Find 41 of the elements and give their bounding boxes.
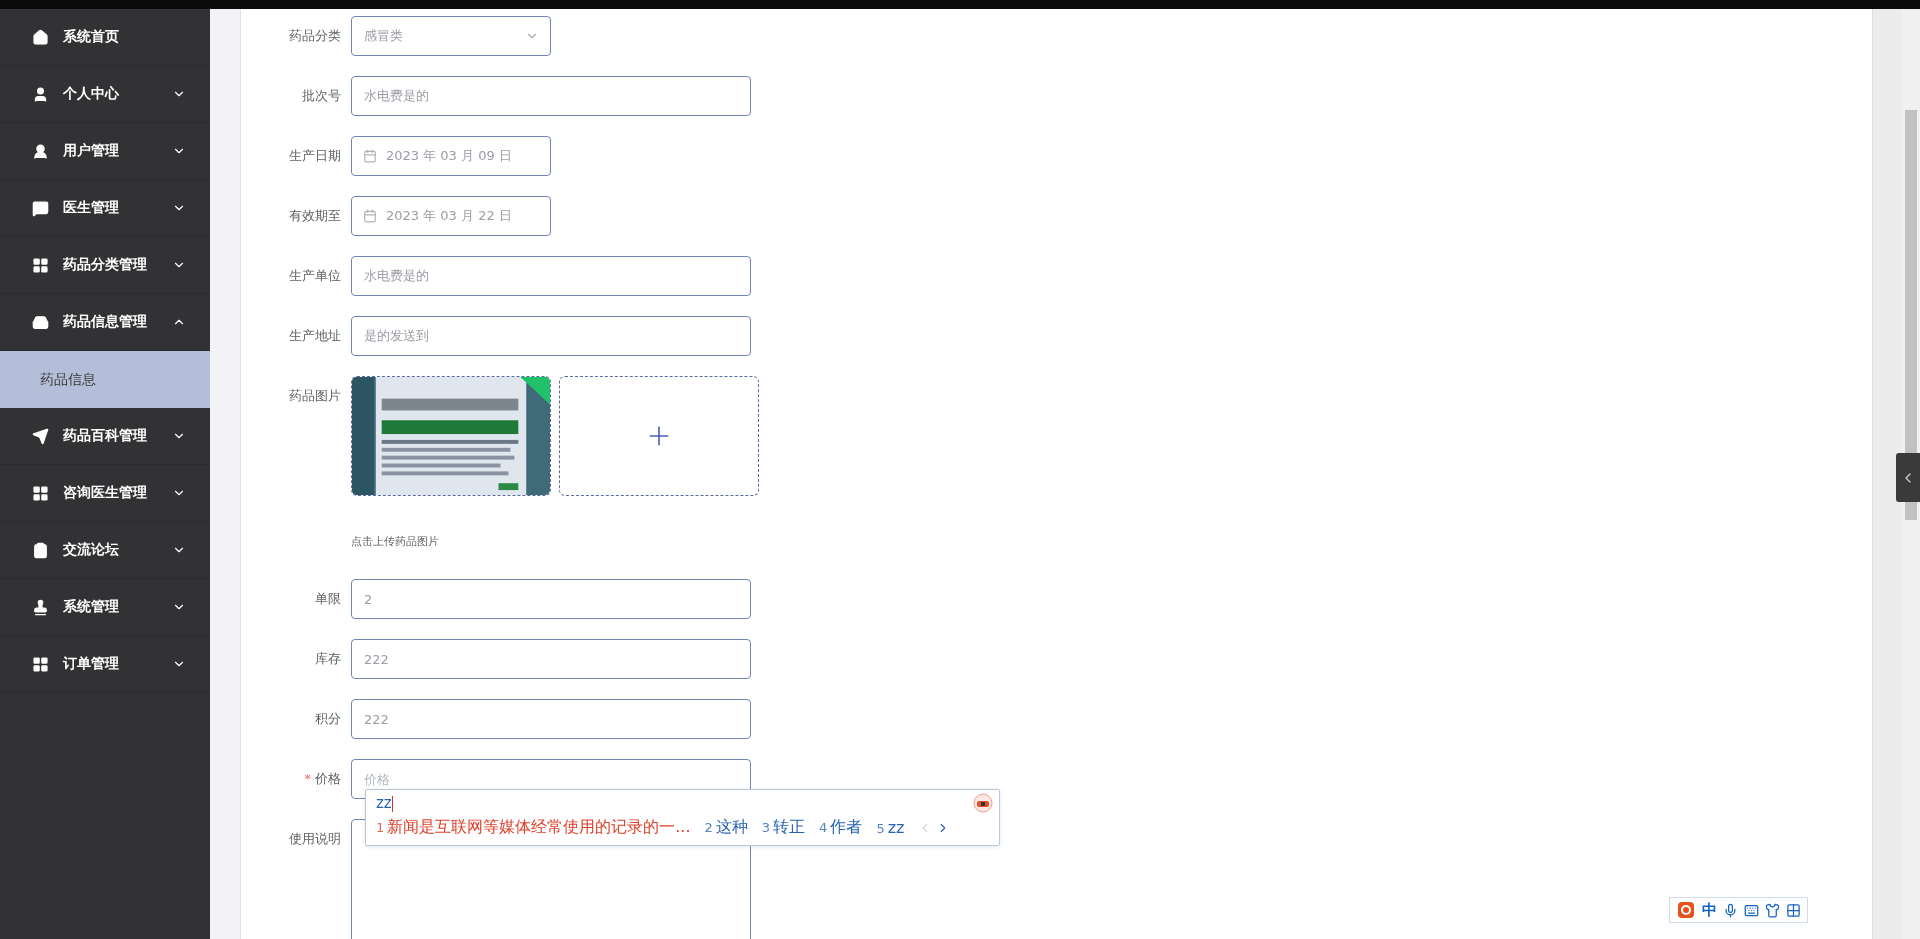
user-icon [32,142,49,160]
required-mark: * [304,771,311,786]
field-label: 药品分类 [288,27,342,45]
ime-candidate[interactable]: 1 新闻是互联网等媒体经常使用的记录的一... [376,817,691,838]
field-label: 使用说明 [288,830,342,848]
grid-icon [32,655,49,673]
input-mode-toggle[interactable]: 中 [1702,900,1717,920]
input-method-logo-icon [1676,900,1696,920]
home-icon [32,28,49,46]
field-label: 生产地址 [288,327,342,345]
user-icon [32,85,49,103]
shirt-icon[interactable] [1765,902,1780,918]
submenu-item[interactable]: 药品信息 [0,351,210,408]
ime-candidate[interactable]: 5 zz [876,818,905,837]
tray-icon [32,313,49,331]
grid-icon [32,256,49,274]
paper-plane-icon [32,427,49,445]
collapse-handle[interactable] [1896,453,1920,502]
field-label: 生产日期 [288,147,342,165]
mascot-icon [973,793,993,813]
ime-candidate[interactable]: 2 这种 [704,817,748,838]
field-label: 积分 [314,710,342,728]
grid-icon[interactable] [1786,902,1801,918]
chat-icon [32,199,49,217]
ime-candidate[interactable]: 4 作者 [819,817,863,838]
field-label: 单限 [314,590,342,608]
field-label: 有效期至 [288,207,342,225]
field-label: 价格 [315,771,341,786]
clipboard-icon [32,541,49,559]
field-label: 库存 [314,650,342,668]
field-label: 药品图片 [288,387,342,405]
calendar-icon [363,209,377,223]
field-label: 生产单位 [288,267,342,285]
microphone-icon[interactable] [1723,902,1738,918]
calendar-icon [363,149,377,163]
grid-icon [32,484,49,502]
upload-hint: 点击上传药品图片 [351,534,440,550]
field-label: 批次号 [301,87,342,105]
ime-candidate[interactable]: 3 转正 [761,817,806,838]
stamp-icon [32,598,49,616]
keyboard-icon[interactable] [1744,902,1759,918]
